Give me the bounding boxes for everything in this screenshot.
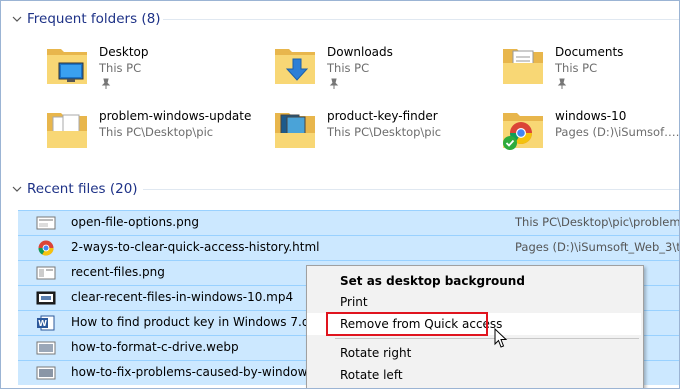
mouse-cursor-icon bbox=[494, 328, 508, 348]
chevron-down-icon[interactable] bbox=[9, 181, 25, 197]
folder-location: Pages (D:)\iSumsof…tru bbox=[555, 125, 680, 139]
file-name: 2-ways-to-clear-quick-access-history.htm… bbox=[71, 240, 320, 254]
folder-location: This PC bbox=[555, 61, 598, 75]
file-name: How to find product key in Windows 7.doc… bbox=[71, 315, 331, 329]
menu-item-label: Rotate left bbox=[340, 368, 403, 382]
image-file-icon bbox=[36, 266, 56, 280]
folder-tile-downloads[interactable]: Downloads This PC bbox=[273, 39, 498, 99]
documents-folder-icon bbox=[503, 49, 543, 84]
list-item[interactable]: open-file-options.png This PC\Desktop\pi… bbox=[18, 210, 680, 235]
explorer-content-pane: Frequent folders (8) Desktop This PC Dow… bbox=[0, 0, 680, 389]
frequent-folders-header[interactable]: Frequent folders (8) bbox=[9, 8, 161, 30]
folder-tile-windows-10[interactable]: windows-10 Pages (D:)\iSumsof…tru bbox=[501, 103, 680, 163]
image-file-icon bbox=[36, 341, 56, 355]
svg-text:W: W bbox=[38, 319, 47, 328]
frequent-folders-title: Frequent folders (8) bbox=[27, 11, 161, 27]
recent-files-header[interactable]: Recent files (20) bbox=[9, 178, 138, 200]
menu-item-rotate-right[interactable]: Rotate right bbox=[307, 342, 641, 364]
folder-name: Downloads bbox=[327, 45, 393, 59]
folder-name: Documents bbox=[555, 45, 624, 59]
recent-files-title: Recent files (20) bbox=[27, 181, 138, 197]
file-location: Pages (D:)\iSumsoft_Web_3\tru bbox=[515, 240, 680, 254]
folder-location: This PC\Desktop\pic bbox=[99, 125, 214, 139]
pin-icon bbox=[101, 78, 111, 89]
chrome-folder-icon bbox=[503, 113, 543, 150]
pin-icon bbox=[329, 78, 339, 89]
chrome-file-icon bbox=[38, 240, 54, 256]
picture-folder-icon bbox=[47, 113, 87, 148]
folder-location: This PC bbox=[327, 61, 370, 75]
chevron-down-icon[interactable] bbox=[9, 11, 25, 27]
folder-name: windows-10 bbox=[555, 109, 627, 123]
menu-item-label: Rotate right bbox=[340, 346, 412, 360]
desktop-folder-icon bbox=[47, 49, 87, 84]
folder-tile-desktop[interactable]: Desktop This PC bbox=[45, 39, 270, 99]
file-name: recent-files.png bbox=[71, 265, 165, 279]
menu-item-label: Set as desktop background bbox=[340, 274, 525, 288]
file-name: how-to-fix-problems-caused-by-windows-u bbox=[71, 365, 326, 379]
pin-icon bbox=[557, 78, 567, 89]
file-name: open-file-options.png bbox=[71, 215, 199, 229]
folder-location: This PC bbox=[99, 61, 142, 75]
folder-tile-problem-windows-update[interactable]: problem-windows-update This PC\Desktop\p… bbox=[45, 103, 270, 163]
menu-item-rotate-left[interactable]: Rotate left bbox=[307, 364, 641, 386]
word-file-icon: W bbox=[37, 315, 55, 331]
video-file-icon bbox=[36, 291, 56, 305]
menu-item-label: Print bbox=[340, 295, 368, 309]
downloads-folder-icon bbox=[275, 49, 315, 84]
folder-name: Desktop bbox=[99, 45, 149, 59]
menu-item-set-desktop-background[interactable]: Set as desktop background bbox=[307, 270, 641, 292]
folder-tile-product-key-finder[interactable]: product-key-finder This PC\Desktop\pic bbox=[273, 103, 498, 163]
list-item[interactable]: 2-ways-to-clear-quick-access-history.htm… bbox=[18, 235, 680, 260]
folder-name: problem-windows-update bbox=[99, 109, 252, 123]
folder-name: product-key-finder bbox=[327, 109, 438, 123]
folder-tile-documents[interactable]: Documents This PC bbox=[501, 39, 679, 99]
file-name: how-to-format-c-drive.webp bbox=[71, 340, 239, 354]
menu-separator bbox=[335, 338, 639, 339]
image-file-icon bbox=[36, 216, 56, 230]
file-name: clear-recent-files-in-windows-10.mp4 bbox=[71, 290, 294, 304]
picture-folder-icon bbox=[275, 113, 315, 148]
header-divider bbox=[163, 19, 679, 20]
menu-item-print[interactable]: Print bbox=[307, 291, 641, 313]
highlight-box bbox=[326, 312, 488, 336]
folder-location: This PC\Desktop\pic bbox=[327, 125, 442, 139]
header-divider bbox=[143, 189, 679, 190]
image-file-icon bbox=[36, 366, 56, 380]
file-location: This PC\Desktop\pic\problem- bbox=[515, 215, 680, 229]
